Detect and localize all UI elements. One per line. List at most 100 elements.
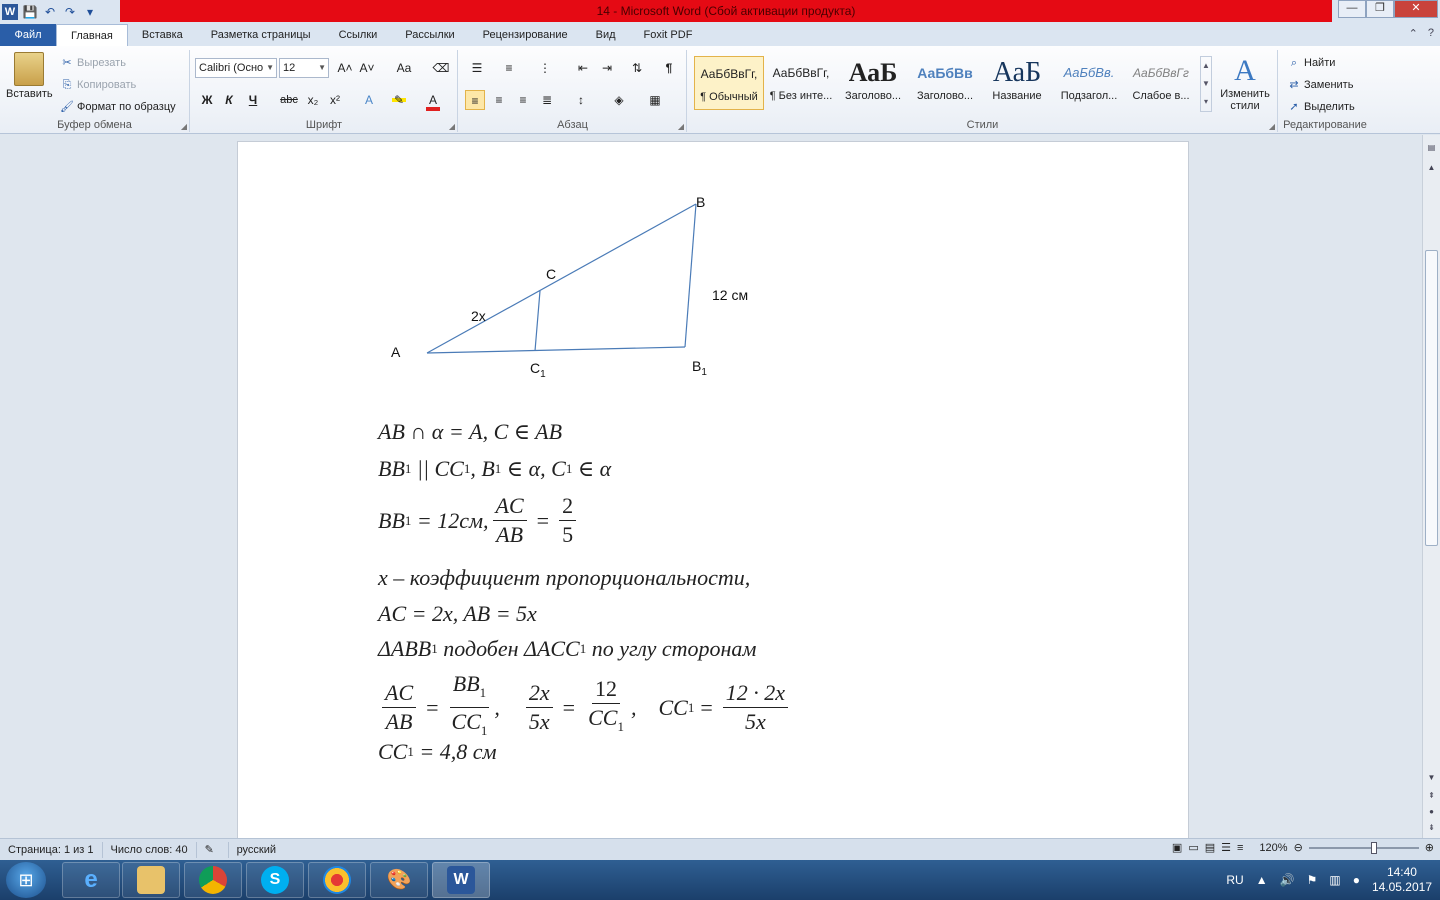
start-button[interactable]: ⊞ (6, 862, 46, 898)
taskbar-paint[interactable]: 🎨 (370, 862, 428, 898)
full-screen-reading-icon[interactable]: ▭ (1188, 841, 1198, 854)
text-effects-icon[interactable]: A (359, 90, 379, 110)
outline-view-icon[interactable]: ☰ (1221, 841, 1231, 854)
spellcheck-icon[interactable]: ✎ (197, 841, 229, 858)
ruler-toggle-icon[interactable]: ▤ (1425, 141, 1438, 155)
taskbar-explorer[interactable] (122, 862, 180, 898)
taskbar-chrome[interactable] (184, 862, 242, 898)
numbering-icon[interactable]: ≡ (499, 58, 519, 78)
language-indicator[interactable]: русский (229, 842, 284, 858)
network-icon[interactable]: ▥ (1329, 873, 1340, 887)
print-layout-icon[interactable]: ▣ (1172, 841, 1182, 854)
word-count[interactable]: Число слов: 40 (103, 841, 197, 858)
style-subtle-emphasis[interactable]: АаБбВвГг Слабое в... (1126, 56, 1196, 110)
zoom-out-icon[interactable]: ⊖ (1294, 841, 1303, 854)
style-title[interactable]: АаБ Название (982, 56, 1052, 110)
format-painter-button[interactable]: 🖌 Формат по образцу (60, 100, 176, 114)
vertical-scrollbar[interactable]: ▤ ▲ ▼ ⇞ ● ⇟ (1422, 135, 1440, 838)
subscript-button[interactable]: x₂ (303, 90, 323, 110)
paste-button[interactable]: Вставить (6, 52, 53, 100)
styles-scroll[interactable]: ▲ ▼ ▾ (1200, 56, 1212, 112)
italic-button[interactable]: К (219, 90, 239, 110)
page-count[interactable]: Страница: 1 из 1 (0, 841, 103, 858)
redo-icon[interactable]: ↷ (62, 4, 78, 20)
document-page[interactable]: A B C C1 B1 2x 12 см AB ∩ α = A, C ∈ AB … (237, 141, 1189, 838)
sort-icon[interactable]: ⇅ (627, 58, 647, 78)
zoom-in-icon[interactable]: ⊕ (1425, 841, 1434, 854)
align-right-icon[interactable]: ≡ (513, 90, 533, 110)
zoom-slider-thumb[interactable] (1371, 841, 1378, 854)
language-bar[interactable]: RU (1226, 873, 1243, 887)
bold-button[interactable]: Ж (197, 90, 217, 110)
underline-button[interactable]: Ч (243, 90, 263, 110)
maximize-button[interactable]: ❐ (1366, 0, 1394, 18)
superscript-button[interactable]: x² (325, 90, 345, 110)
align-center-icon[interactable]: ≡ (489, 90, 509, 110)
font-color-icon[interactable]: A (423, 90, 443, 111)
change-case-button[interactable]: Aa (391, 58, 417, 78)
flag-icon[interactable]: ⚑ (1307, 873, 1318, 887)
tab-insert[interactable]: Вставка (128, 24, 197, 46)
shrink-font-button[interactable]: A˅ (357, 58, 377, 78)
grow-font-button[interactable]: A˄ (335, 58, 355, 78)
highlight-icon[interactable]: ✎ (389, 90, 409, 110)
paragraph-launcher-icon[interactable]: ◢ (678, 122, 684, 131)
style-normal[interactable]: АаБбВвГг, ¶ Обычный (694, 56, 764, 110)
tab-mailings[interactable]: Рассылки (391, 24, 468, 46)
cut-button[interactable]: ✂ Вырезать (60, 56, 126, 70)
next-page-icon[interactable]: ⇟ (1425, 821, 1438, 835)
taskbar-word[interactable]: W (432, 862, 490, 898)
undo-icon[interactable]: ↶ (42, 4, 58, 20)
tab-review[interactable]: Рецензирование (469, 24, 582, 46)
line-spacing-icon[interactable]: ↕ (571, 90, 591, 110)
tab-file[interactable]: Файл (0, 24, 56, 46)
draft-view-icon[interactable]: ≡ (1237, 842, 1243, 854)
copy-button[interactable]: ⎘ Копировать (60, 78, 137, 92)
strikethrough-button[interactable]: abc (277, 90, 301, 110)
decrease-indent-icon[interactable]: ⇤ (573, 58, 593, 78)
style-heading-1[interactable]: АаБ Заголово... (838, 56, 908, 110)
tab-home[interactable]: Главная (56, 24, 128, 46)
scroll-up-icon[interactable]: ▲ (1425, 161, 1438, 175)
align-left-icon[interactable]: ≡ (465, 90, 485, 110)
volume-icon[interactable]: 🔊 (1280, 873, 1295, 887)
browse-object-icon[interactable]: ● (1425, 805, 1438, 819)
tray-expand-icon[interactable]: ▲ (1256, 873, 1268, 887)
previous-page-icon[interactable]: ⇞ (1425, 789, 1438, 803)
save-icon[interactable]: 💾 (22, 4, 38, 20)
style-heading-2[interactable]: АаБбВв Заголово... (910, 56, 980, 110)
change-styles-button[interactable]: A Изменить стили (1216, 54, 1274, 112)
shading-icon[interactable]: ◈ (609, 90, 629, 110)
select-button[interactable]: ➚ Выделить (1287, 100, 1354, 114)
taskbar-app[interactable] (308, 862, 366, 898)
collapse-ribbon-icon[interactable]: ⌃ (1409, 27, 1418, 40)
clear-formatting-icon[interactable]: ⌫ (431, 58, 451, 78)
tab-foxit-pdf[interactable]: Foxit PDF (630, 24, 707, 46)
show-formatting-button[interactable]: ¶ (659, 58, 679, 78)
minimize-button[interactable]: — (1338, 0, 1366, 18)
customize-qat-icon[interactable]: ▾ (82, 4, 98, 20)
multilevel-list-icon[interactable]: ⋮ (535, 58, 555, 78)
zoom-level[interactable]: 120% (1259, 842, 1287, 854)
font-launcher-icon[interactable]: ◢ (449, 122, 455, 131)
tab-view[interactable]: Вид (582, 24, 630, 46)
find-button[interactable]: ⌕ Найти (1287, 56, 1335, 70)
close-button[interactable]: ✕ (1394, 0, 1438, 18)
help-icon[interactable]: ? (1428, 27, 1434, 40)
increase-indent-icon[interactable]: ⇥ (597, 58, 617, 78)
style-subtitle[interactable]: АаБбВв. Подзагол... (1054, 56, 1124, 110)
scroll-down-icon[interactable]: ▼ (1425, 771, 1438, 785)
zoom-slider[interactable] (1308, 841, 1419, 854)
borders-icon[interactable]: ▦ (645, 90, 665, 110)
justify-icon[interactable]: ≣ (537, 90, 557, 110)
styles-launcher-icon[interactable]: ◢ (1269, 122, 1275, 131)
replace-button[interactable]: ⇄ Заменить (1287, 78, 1353, 92)
font-family-select[interactable]: Calibri (Осно ▼ (195, 58, 277, 78)
word-logo-icon[interactable]: W (2, 4, 18, 20)
taskbar-skype[interactable]: S (246, 862, 304, 898)
taskbar-ie[interactable]: e (62, 862, 120, 898)
web-layout-icon[interactable]: ▤ (1205, 841, 1215, 854)
bullets-icon[interactable]: ☰ (467, 58, 487, 78)
style-no-spacing[interactable]: АаБбВвГг, ¶ Без инте... (766, 56, 836, 110)
tab-references[interactable]: Ссылки (325, 24, 392, 46)
